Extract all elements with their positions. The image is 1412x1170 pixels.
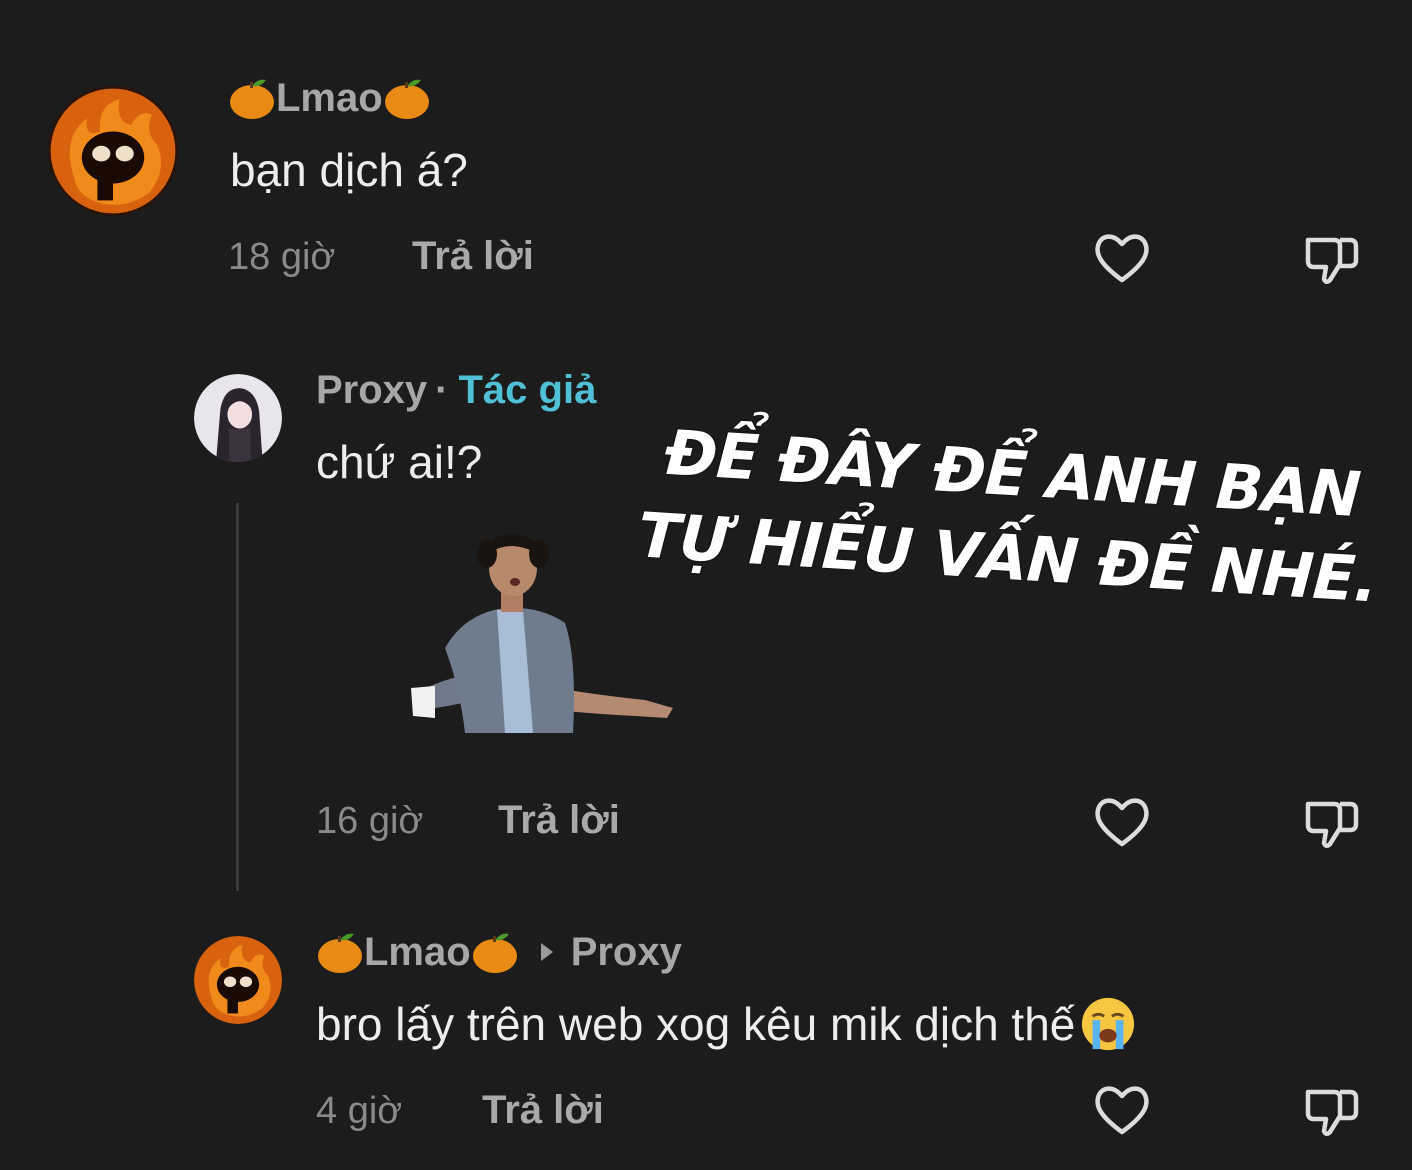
comment-author-row: Lmao Proxy [316,924,682,980]
comment-time: 4 giờ [316,1090,403,1132]
comment-author-row: Proxy · Tác giả [316,362,596,418]
comment-time: 16 giờ [316,800,424,842]
author-name: Lmao [276,75,383,120]
avatar-lmao[interactable] [194,936,282,1024]
comment-text: bạn dịch á? [230,144,468,196]
reply-button[interactable]: Trả lời [482,1088,604,1133]
heart-icon[interactable] [1090,790,1154,854]
crying-face-icon [1079,995,1137,1053]
avatar-lmao[interactable] [48,86,178,216]
reply-to-name[interactable]: Proxy [571,930,682,975]
heart-icon[interactable] [1090,1078,1154,1142]
tangerine-icon [471,930,519,974]
author-name[interactable]: Lmao [364,930,471,975]
thumbs-down-icon[interactable] [1300,1078,1364,1142]
tangerine-icon [228,76,276,120]
comment-text: chứ ai!? [316,436,483,488]
reply-button[interactable]: Trả lời [498,798,620,843]
heart-icon[interactable] [1090,226,1154,290]
comment-time: 18 giờ [228,236,336,278]
reply-arrow-icon [540,943,553,961]
tangerine-icon [316,930,364,974]
comment-text: bro lấy trên web xog kêu mik dịch thế [316,998,1076,1050]
avatar-proxy[interactable] [194,374,282,462]
separator-dot: · [435,367,449,412]
thumbs-down-icon[interactable] [1300,226,1364,290]
comment-author[interactable]: Lmao [228,70,431,126]
comment-text-row: bro lấy trên web xog kêu mik dịch thế [316,994,1137,1054]
tangerine-icon [383,76,431,120]
author-badge: Tác giả [458,367,597,412]
thread-line [236,503,239,891]
overlay-caption: ĐỂ ĐÂY ĐỂ ANH BẠN TỰ HIỂU VẤN ĐỀ NHÉ. [635,415,1379,617]
thumbs-down-icon[interactable] [1300,790,1364,854]
reply-button[interactable]: Trả lời [412,234,534,279]
author-name[interactable]: Proxy [316,368,427,413]
